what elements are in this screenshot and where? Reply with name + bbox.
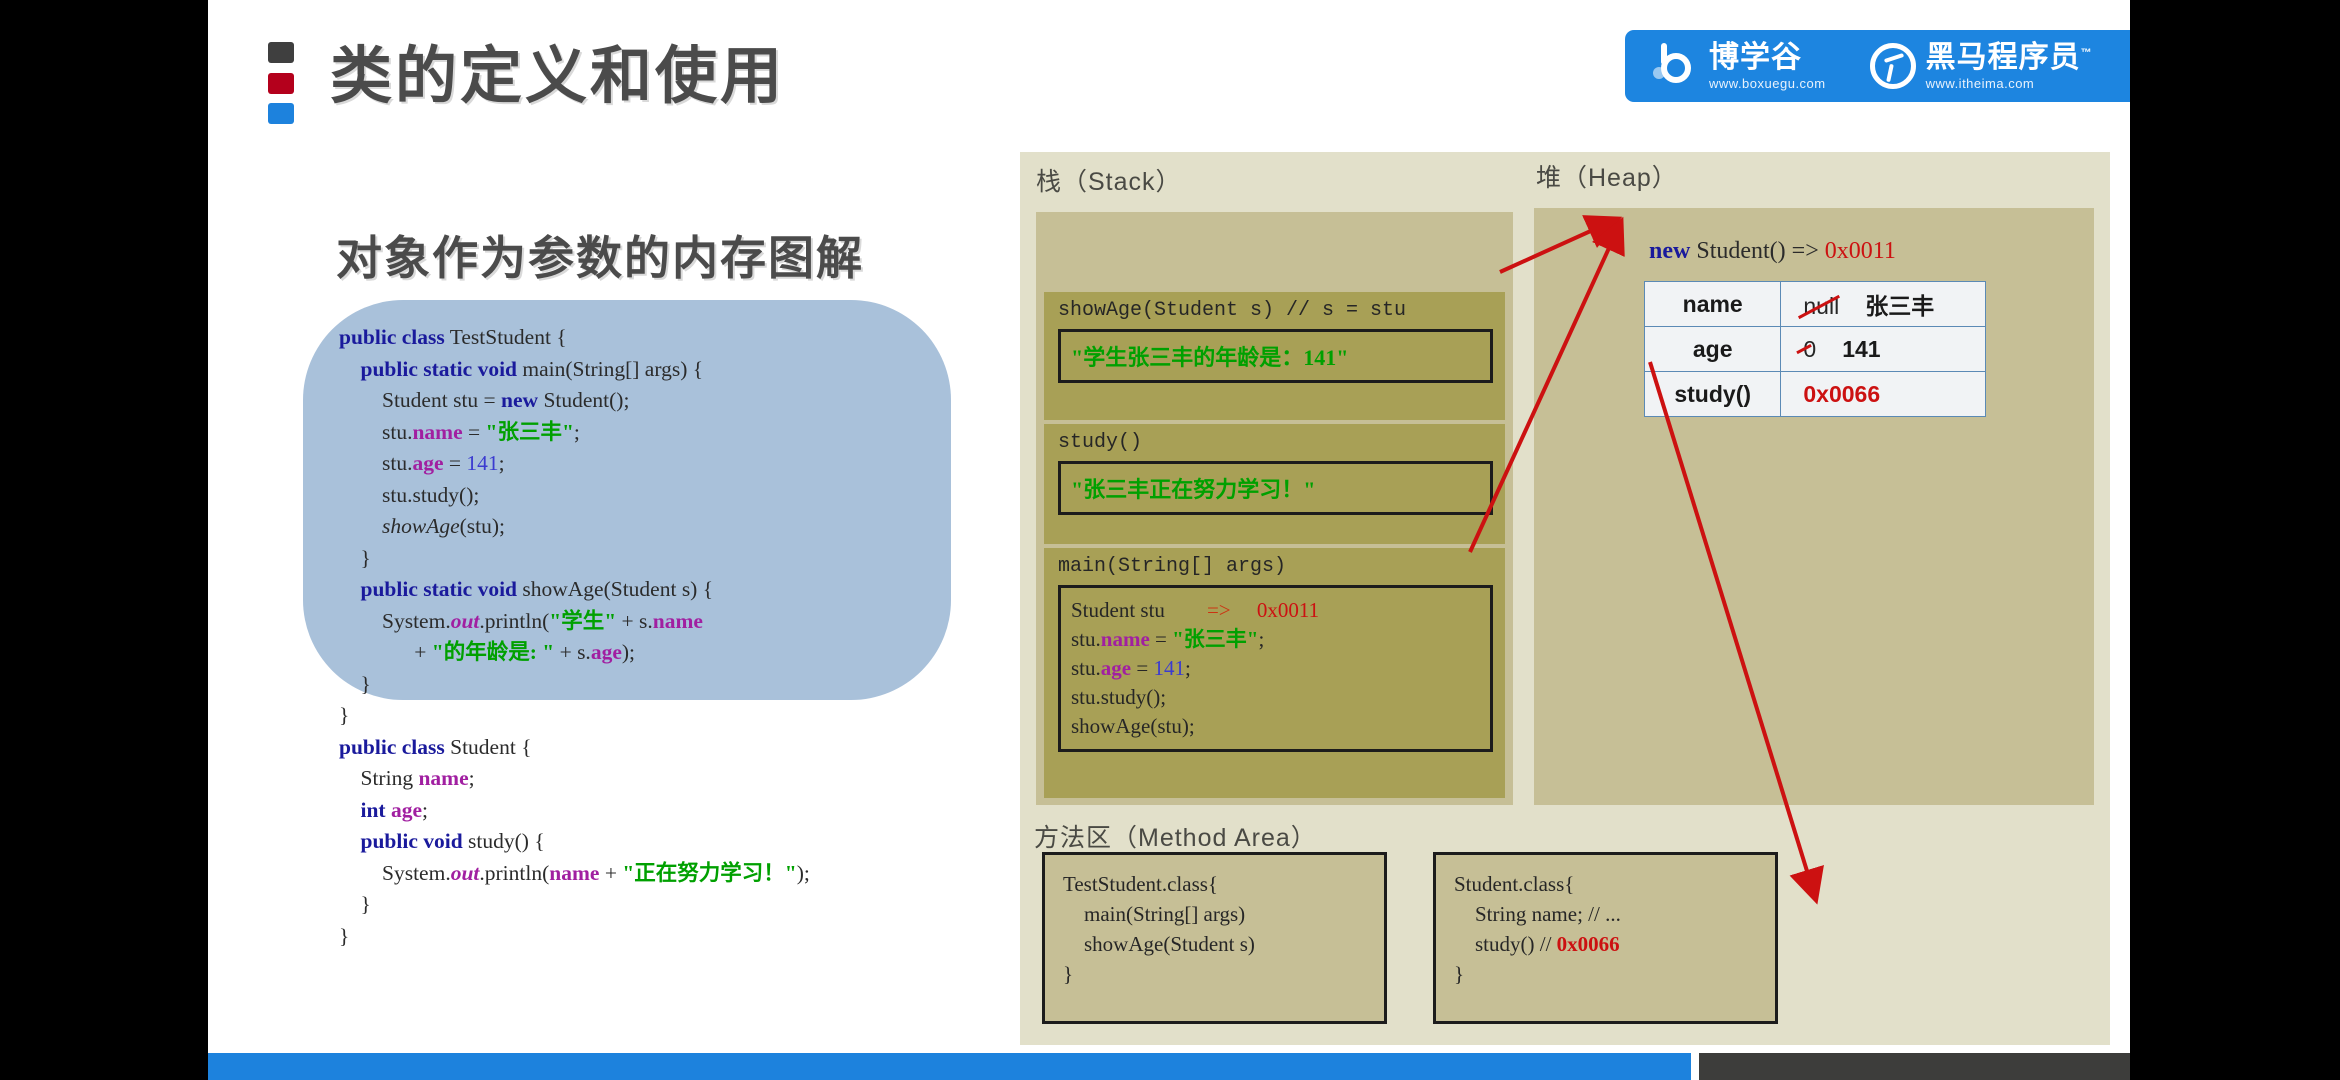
frame-title: main(String[] args) xyxy=(1058,555,1287,578)
study-method-address: 0x0066 xyxy=(1556,932,1620,956)
memory-diagram: 栈（Stack） 堆（Heap） 方法区（Method Area） showAg… xyxy=(1020,152,2110,1045)
boxuegu-b-icon xyxy=(1653,43,1699,89)
brand2-name: 黑马程序员™ xyxy=(1925,40,2093,74)
title-marker-icon xyxy=(268,42,294,124)
ref-arrow-symbol: => xyxy=(1206,598,1231,622)
stack-column: showAge(Student s) // s = stu "学生张三丰的年龄是… xyxy=(1036,212,1513,805)
slide-canvas: 类的定义和使用 博学谷 www.boxuegu.com 黑马程序员™ www.i… xyxy=(208,0,2130,1080)
stu-address: 0x0011 xyxy=(1256,598,1320,622)
method-address: 0x0066 xyxy=(1803,380,1881,407)
teststudent-class-code: TestStudent.class{ main(String[] args) s… xyxy=(1063,872,1255,986)
marker-square-blue xyxy=(268,103,294,124)
old-value-struck: 0 xyxy=(1803,335,1817,362)
new-value: 141 xyxy=(1842,335,1881,362)
brand2-url: www.itheima.com xyxy=(1925,75,2035,91)
bottom-toolbar[interactable] xyxy=(1699,1053,2130,1080)
marker-square-dark xyxy=(268,42,294,63)
brand1-name: 博学谷 xyxy=(1709,40,1802,74)
code-block: public class TestStudent { public static… xyxy=(339,325,810,948)
method-area-box-student: Student.class{ String name; // ... study… xyxy=(1433,852,1778,1024)
field-value-cell: 0x0066 xyxy=(1780,371,1986,417)
heap-column: new Student() => 0x0011 name null 张三丰 age… xyxy=(1534,208,2094,805)
method-area-box-teststudent: TestStudent.class{ main(String[] args) s… xyxy=(1042,852,1387,1024)
frame-title: showAge(Student s) // s = stu xyxy=(1058,299,1407,322)
stack-frame-study: study() "张三丰正在努力学习！" xyxy=(1044,424,1505,544)
bottom-progress-bar[interactable] xyxy=(208,1053,1691,1080)
page-title: 类的定义和使用 xyxy=(330,42,786,111)
brand-boxuegu: 博学谷 www.boxuegu.com xyxy=(1653,40,1826,91)
marker-square-red xyxy=(268,72,294,94)
main-frame-code: Student stu => 0x0011 stu.name = "张三丰"; … xyxy=(1071,598,1320,738)
frame-code-box: Student stu => 0x0011 stu.name = "张三丰"; … xyxy=(1058,585,1493,752)
student-class-code: Student.class{ String name; // ... study… xyxy=(1454,872,1621,986)
field-name-cell: age xyxy=(1643,326,1782,372)
stack-frame-showage: showAge(Student s) // s = stu "学生张三丰的年龄是… xyxy=(1044,292,1505,420)
table-row: age 0 141 xyxy=(1643,326,1986,372)
field-name-cell: name xyxy=(1643,281,1782,327)
stack-label: 栈（Stack） xyxy=(1036,168,1182,196)
heap-label: 堆（Heap） xyxy=(1536,164,1678,192)
brand-itheima: 黑马程序员™ www.itheima.com xyxy=(1869,40,2093,91)
stu-var-line: Student stu xyxy=(1071,598,1165,622)
frame-output-text: "学生张三丰的年龄是：141" xyxy=(1071,345,1349,370)
brand1-url: www.boxuegu.com xyxy=(1709,75,1826,91)
heap-object-table: name null 张三丰 age 0 141 study() 0x0066 xyxy=(1643,281,1986,417)
table-row: name null 张三丰 xyxy=(1643,281,1986,327)
stack-frame-main: main(String[] args) Student stu => 0x001… xyxy=(1044,548,1505,798)
new-value: 张三丰 xyxy=(1865,293,1935,319)
frame-title: study() xyxy=(1058,431,1143,454)
field-name-cell: study() xyxy=(1643,371,1782,417)
brand-logo-bar: 博学谷 www.boxuegu.com 黑马程序员™ www.itheima.c… xyxy=(1625,30,2130,102)
code-card: public class TestStudent { public static… xyxy=(303,300,951,948)
heap-address: 0x0011 xyxy=(1824,238,1896,264)
table-row: study() 0x0066 xyxy=(1643,371,1986,417)
method-area-label: 方法区（Method Area） xyxy=(1034,824,1317,852)
field-value-cell: null 张三丰 xyxy=(1780,281,1986,327)
method-area: TestStudent.class{ main(String[] args) s… xyxy=(1036,852,2094,1030)
field-value-cell: 0 141 xyxy=(1780,326,1986,372)
heap-constructor: Student() => xyxy=(1690,238,1825,264)
itheima-horse-icon xyxy=(1869,43,1916,89)
heap-object-title: new Student() => 0x0011 xyxy=(1649,238,1896,265)
frame-output-box: "张三丰正在努力学习！" xyxy=(1058,461,1493,515)
section-heading: 对象作为参数的内存图解 xyxy=(336,232,864,284)
old-value-struck: null xyxy=(1803,293,1840,319)
screenshot-root: 类的定义和使用 博学谷 www.boxuegu.com 黑马程序员™ www.i… xyxy=(0,0,2340,1080)
trademark-mark: ™ xyxy=(2080,46,2093,59)
frame-output-box: "学生张三丰的年龄是：141" xyxy=(1058,329,1493,383)
frame-output-text: "张三丰正在努力学习！" xyxy=(1071,477,1316,502)
new-keyword: new xyxy=(1649,238,1691,264)
